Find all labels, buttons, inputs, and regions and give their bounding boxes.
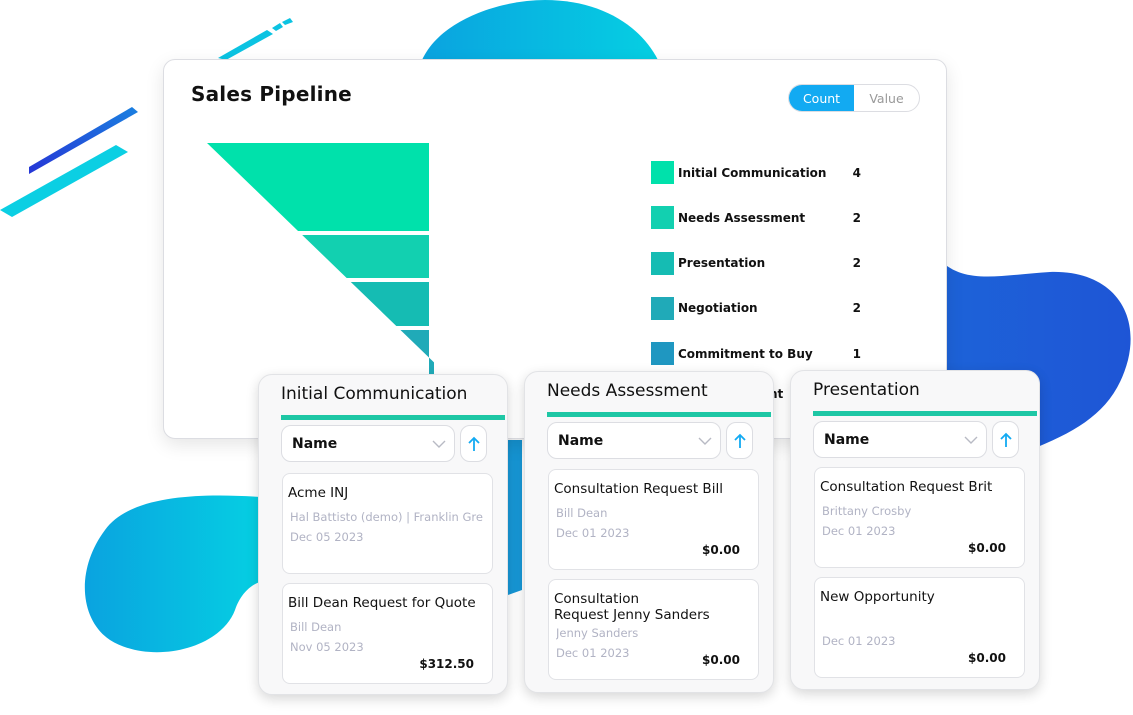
- column-stage-bar: [547, 412, 771, 417]
- column-title: Presentation: [813, 380, 920, 400]
- legend-item[interactable]: Negotiation 2: [651, 296, 861, 320]
- sort-direction-button[interactable]: [726, 422, 753, 459]
- card-amount: $0.00: [702, 653, 740, 667]
- card-contact: Bill Dean: [290, 620, 342, 634]
- opportunity-card[interactable]: Consultation Request Bill Bill Dean Dec 01…: [548, 469, 759, 570]
- chevron-down-icon: [956, 436, 986, 444]
- card-amount: $0.00: [702, 543, 740, 557]
- card-date: Dec 05 2023: [290, 530, 364, 544]
- opportunity-card[interactable]: Bill Dean Request for Quote Bill Dean Nov …: [282, 583, 493, 684]
- column-stage-bar: [813, 411, 1037, 416]
- stripe-dot-1: [272, 23, 283, 31]
- funnel-segment-4[interactable]: [400, 330, 434, 380]
- funnel-segment-3[interactable]: [350, 282, 429, 326]
- top-blob: [422, 0, 658, 60]
- card-date: Dec 01 2023: [556, 526, 630, 540]
- legend-label: Negotiation: [678, 301, 758, 316]
- opportunity-card[interactable]: Consultation Request Brit Brittany Crosby…: [814, 467, 1025, 568]
- card-title: Consultation Request Brit: [820, 479, 993, 495]
- sort-field-value: Name: [558, 432, 604, 449]
- legend-count: 4: [852, 165, 861, 180]
- mid-blob: [508, 440, 522, 595]
- legend-label: Commitment to Buy: [678, 346, 813, 361]
- card-date: Nov 05 2023: [290, 640, 364, 654]
- card-title: Bill Dean Request for Quote: [288, 595, 476, 611]
- opportunity-card[interactable]: Consultation Request Jenny Sanders Jenny S…: [548, 579, 759, 680]
- legend-item[interactable]: Commitment to Buy 1: [651, 342, 861, 366]
- column-title: Initial Communication: [281, 384, 468, 404]
- funnel-segment-1[interactable]: [207, 143, 429, 231]
- legend-swatch: [651, 342, 674, 366]
- opportunity-card[interactable]: New Opportunity Dec 01 2023 $0.00: [814, 577, 1025, 678]
- stripe-cyan: [0, 145, 128, 217]
- pipeline-title: Sales Pipeline: [191, 82, 352, 106]
- legend-swatch: [651, 206, 674, 230]
- legend-item[interactable]: Presentation 2: [651, 251, 861, 275]
- pipeline-column: Needs Assessment Name Consultation Request…: [524, 371, 774, 693]
- legend-label: Needs Assessment: [678, 210, 806, 225]
- legend-swatch: [651, 161, 674, 184]
- stripe-dot-2: [282, 18, 293, 25]
- sort-direction-button[interactable]: [992, 421, 1019, 458]
- legend-label: Presentation: [678, 256, 766, 271]
- card-title: New Opportunity: [820, 589, 935, 605]
- card-amount: $0.00: [968, 541, 1006, 555]
- column-title: Needs Assessment: [547, 381, 708, 401]
- card-contact: Jenny Sanders: [556, 626, 639, 640]
- legend-item[interactable]: Needs Assessment 2: [651, 206, 861, 230]
- card-date: Dec 01 2023: [822, 524, 896, 538]
- sort-field-select[interactable]: Name: [281, 425, 455, 462]
- legend-swatch: [651, 296, 674, 320]
- pipeline-column: Initial Communication Name Acme INJ Hal Bat…: [258, 374, 508, 695]
- card-amount: $312.50: [419, 657, 474, 671]
- sort-direction-button[interactable]: [460, 425, 487, 462]
- legend-count: 2: [852, 210, 861, 225]
- left-blob: [84, 495, 260, 653]
- chevron-down-icon: [424, 440, 454, 448]
- card-amount: $0.00: [968, 651, 1006, 665]
- opportunity-card[interactable]: Acme INJ Hal Battisto (demo) | Franklin G…: [282, 473, 493, 574]
- toggle-value-button[interactable]: Value: [854, 85, 919, 111]
- card-title: Consultation Request Bill: [554, 481, 723, 497]
- legend-swatch: [651, 251, 674, 275]
- arrow-up-icon: [733, 433, 746, 449]
- card-contact: Hal Battisto (demo) | Franklin Gre: [290, 510, 483, 524]
- count-value-toggle[interactable]: Count Value: [788, 84, 920, 112]
- arrow-up-icon: [467, 436, 480, 452]
- toggle-count-button[interactable]: Count: [789, 85, 854, 111]
- chevron-down-icon: [690, 437, 720, 445]
- legend-count: 2: [852, 256, 861, 271]
- card-title: Consultation Request Jenny Sanders: [554, 591, 710, 623]
- legend-label: Initial Communication: [678, 165, 827, 180]
- stripe-top: [218, 30, 273, 60]
- sort-field-select[interactable]: Name: [547, 422, 721, 459]
- card-title: Acme INJ: [288, 485, 349, 501]
- sort-field-value: Name: [824, 431, 870, 448]
- legend-count: 2: [852, 301, 861, 316]
- card-contact: Brittany Crosby: [822, 504, 912, 518]
- card-contact: Bill Dean: [556, 506, 608, 520]
- legend-count: 1: [852, 346, 861, 361]
- legend-item[interactable]: Initial Communication 4: [651, 161, 861, 184]
- card-date: Dec 01 2023: [822, 634, 896, 648]
- funnel-segment-2[interactable]: [302, 235, 429, 278]
- arrow-up-icon: [999, 432, 1012, 448]
- column-stage-bar: [281, 415, 505, 420]
- sort-field-select[interactable]: Name: [813, 421, 987, 458]
- pipeline-column: Presentation Name Consultation Request Bri…: [790, 370, 1040, 690]
- sort-field-value: Name: [292, 435, 338, 452]
